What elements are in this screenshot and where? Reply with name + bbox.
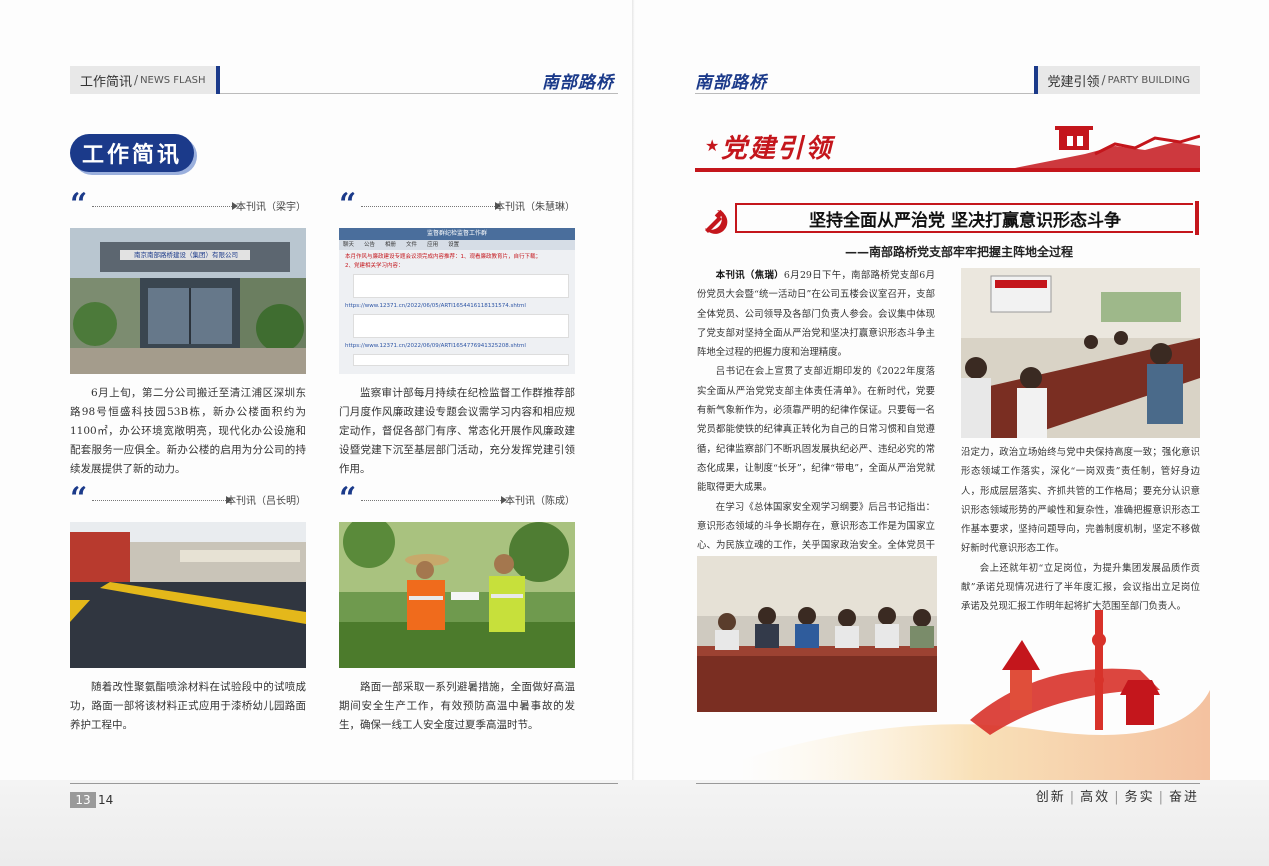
news-item-2: “ 本刊讯（朱慧琳） 监督群纪检监督工作群 聊天 公告 相册 文件 应用 设置 … xyxy=(339,190,575,475)
section-name-cn: 工作简讯 xyxy=(80,74,133,90)
building-sign-text: 南京南部路桥建设（集团）有限公司 xyxy=(134,251,238,259)
article-column-2: 沿定力，政治立场始终与党中央保持高度一致；强化意识形态领域工作落实，深化“一岗双… xyxy=(961,443,1200,617)
screenshot-header: 监督群纪检监督工作群 xyxy=(339,228,575,240)
party-emblem-icon xyxy=(705,209,728,234)
news-byline: 本刊讯（吕长明） xyxy=(226,496,306,507)
page-title: 工作简讯 xyxy=(70,134,194,172)
banner-title: 党建引领 xyxy=(721,134,834,164)
article-subtitle: ——南部路桥党支部牢牢把握主阵地全过程 xyxy=(845,245,1074,259)
screenshot-notice: 本月作风与廉政建设专题会议须完成内容推荐：1、观看廉政教育片，自行下载； xyxy=(345,254,542,260)
brand-logo-text: 南部路桥 xyxy=(542,73,614,93)
meeting-photo-1 xyxy=(961,268,1200,438)
news-item-3: “ 本刊讯（吕长明） 随着改性聚氨酯喷涂材料在试验段中的试喷成功，路面一部将该材… xyxy=(70,484,306,731)
section-tab-right: 党建引领 / PARTY BUILDING xyxy=(1033,66,1200,94)
news-item-1: “ 本刊讯（梁宇） 南京南部路桥建设（集团）有限公司 6月上旬，第二分公司搬迁至… xyxy=(70,190,306,475)
section-tab-left: 工作简讯 / NEWS FLASH xyxy=(70,66,220,94)
news-byline: 本刊讯（朱慧琳） xyxy=(495,202,575,213)
party-building-banner: ★ 党建引领 xyxy=(695,122,1200,174)
article-para-2: 吕书记在会上宣贯了支部近期印发的《2022年度落实全面从严治党党支部主体责任清单… xyxy=(697,366,935,494)
great-wall-icon xyxy=(1015,126,1200,170)
article-byline: 本刊讯（焦瑞） xyxy=(715,270,784,281)
news-item-4: “ 本刊讯（陈成） 路面一部采取一系列避暑措施，全面做好高温期间安全生产工作，有… xyxy=(339,484,575,731)
quote-icon: “ xyxy=(339,481,357,516)
chat-group-screenshot: 监督群纪检监督工作群 聊天 公告 相册 文件 应用 设置 本月作风与廉政建设专题… xyxy=(339,228,575,374)
footer-motto: 创新 | 高效 | 务实 | 奋进 xyxy=(1035,790,1199,805)
page-number-right: 14 xyxy=(98,793,114,807)
running-header-right: 南部路桥 党建引领 / PARTY BUILDING xyxy=(695,66,1200,94)
star-icon: ★ xyxy=(705,136,720,155)
brand-logo-text: 南部路桥 xyxy=(695,73,767,93)
news-body: 6月上旬，第二分公司搬迁至清江浦区深圳东路98号恒盛科技园53B栋，新办公楼面积… xyxy=(70,387,306,475)
page-number-left: 13 xyxy=(70,792,96,808)
left-page: 工作简讯 / NEWS FLASH 南部路桥 工作简讯 “ 本刊讯（梁宇） 南京… xyxy=(0,0,634,866)
section-name-en: PARTY BUILDING xyxy=(1107,74,1190,86)
article-para-4: 定力，政治立场始终与党中央保持高度一致；强化意识形态领域工作落实，深化“一岗双责… xyxy=(961,447,1200,555)
road-paving-photo xyxy=(70,522,306,668)
news-byline: 本刊讯（梁宇） xyxy=(236,202,306,213)
news-body: 路面一部采取一系列避暑措施，全面做好高温期间安全生产工作，有效预防高温中暑事故的… xyxy=(339,681,575,731)
running-header-left: 工作简讯 / NEWS FLASH 南部路桥 xyxy=(70,66,618,94)
screenshot-menu: 聊天 公告 相册 文件 应用 设置 xyxy=(339,240,575,250)
article-column-1: 本刊讯（焦瑞）6月29日下午，南部路桥党支部6月份党员大会暨“统一活动日”在公司… xyxy=(697,266,935,575)
news-body: 随着改性聚氨酯喷涂材料在试验段中的试喷成功，路面一部将该材料正式应用于漆桥幼儿园… xyxy=(70,681,306,731)
quote-icon: “ xyxy=(70,481,88,516)
news-body: 监察审计部每月持续在纪检监督工作群推荐部门月度作风廉政建设专题会议需学习内容和相… xyxy=(339,387,575,475)
news-byline: 本刊讯（陈成） xyxy=(505,496,575,507)
quote-icon: “ xyxy=(70,187,88,222)
section-name-en: NEWS FLASH xyxy=(140,74,206,86)
screenshot-link: https://www.12371.cn/2022/06/09/ARTI1654… xyxy=(345,343,526,349)
office-building-photo: 南京南部路桥建设（集团）有限公司 xyxy=(70,228,306,374)
summer-workers-photo xyxy=(339,522,575,668)
article-title-box: 坚持全面从严治党 坚决打赢意识形态斗争 xyxy=(735,201,1199,235)
section-name-cn: 党建引领 xyxy=(1047,74,1100,90)
landmark-decoration-illustration xyxy=(740,610,1210,785)
quote-icon: “ xyxy=(339,187,357,222)
screenshot-link: https://www.12371.cn/2022/06/05/ARTI1654… xyxy=(345,303,526,309)
article-para-1: 6月29日下午，南部路桥党支部6月份党员大会暨“统一活动日”在公司五楼会议室召开… xyxy=(697,270,935,359)
article-title: 坚持全面从严治党 坚决打赢意识形态斗争 xyxy=(809,210,1121,231)
